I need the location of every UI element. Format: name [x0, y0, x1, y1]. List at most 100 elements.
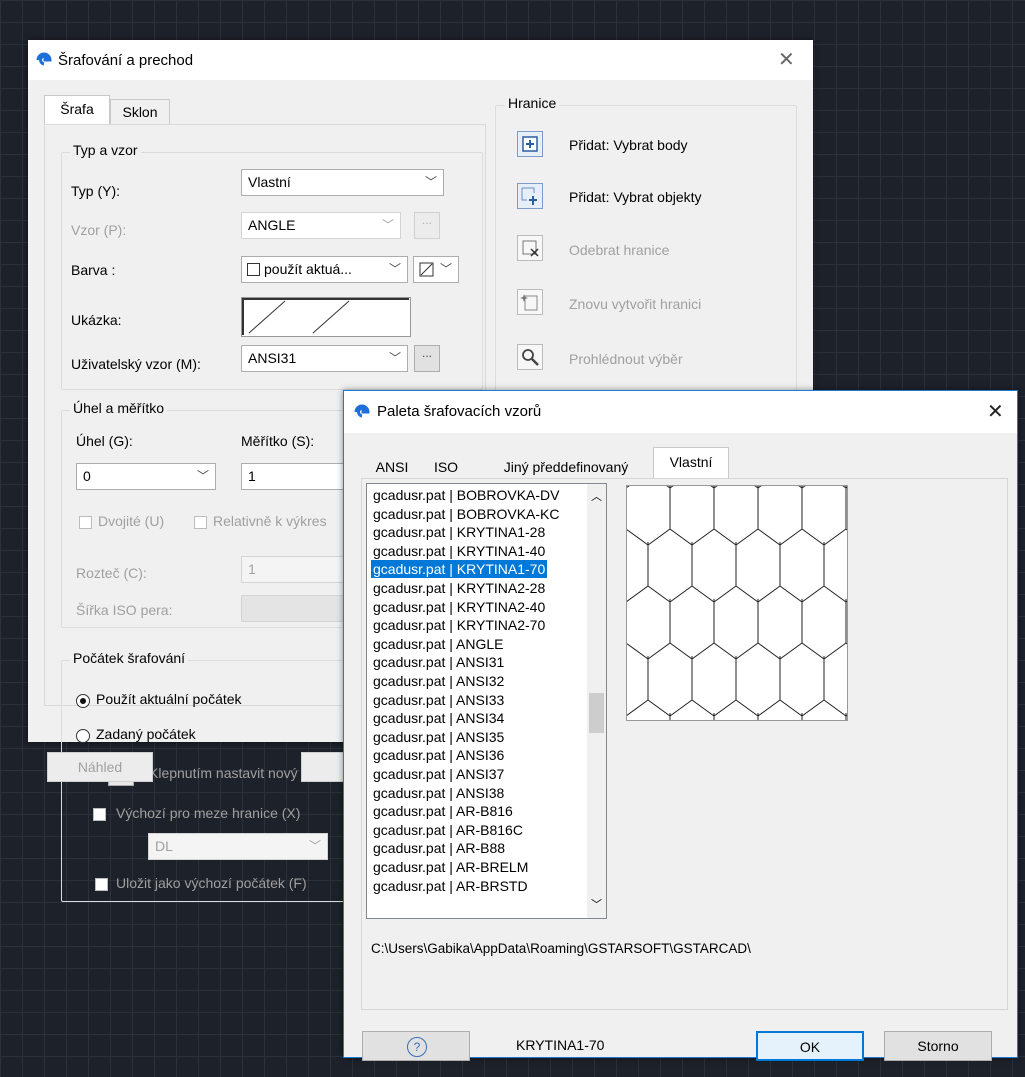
- angle-label: Úhel (G):: [76, 433, 133, 449]
- pattern-label: Vzor (P):: [71, 222, 127, 238]
- list-item[interactable]: gcadusr.pat | ANSI32: [371, 672, 506, 690]
- add-pick-points-button[interactable]: [517, 131, 543, 157]
- list-item[interactable]: gcadusr.pat | BOBROVKA-KC: [371, 505, 562, 523]
- list-item[interactable]: gcadusr.pat | ANSI37: [371, 765, 506, 783]
- list-item[interactable]: gcadusr.pat | ANSI31: [371, 653, 506, 671]
- no-color-icon: [419, 262, 434, 277]
- tab-ansi[interactable]: ANSI: [366, 456, 418, 478]
- angle-value: 0: [83, 468, 91, 484]
- palette-dialog: Paleta šrafovacích vzorů ✕ ANSI ISO Jiný…: [343, 390, 1018, 1061]
- color-dropdown[interactable]: použít aktuá... ﹀: [241, 256, 408, 283]
- remove-boundaries-button[interactable]: [517, 235, 543, 261]
- specified-origin-label: Zadaný počátek: [96, 726, 196, 742]
- double-label: Dvojité (U): [98, 513, 165, 529]
- origin-group-label: Počátek šrafování: [70, 650, 189, 666]
- recreate-boundary-button[interactable]: [517, 289, 543, 315]
- list-item[interactable]: gcadusr.pat | AR-BRSTD: [371, 877, 530, 895]
- view-selections-button[interactable]: [517, 344, 543, 370]
- color-value: použít aktuá...: [264, 261, 352, 277]
- boundaries-group-label: Hranice: [505, 95, 560, 111]
- scroll-up-icon[interactable]: ︿: [591, 488, 602, 504]
- list-item[interactable]: gcadusr.pat | KRYTINA1-70: [371, 560, 548, 579]
- list-item[interactable]: gcadusr.pat | ANSI36: [371, 746, 506, 764]
- add-select-objects-button[interactable]: [517, 183, 543, 209]
- list-item[interactable]: gcadusr.pat | KRYTINA2-28: [371, 579, 547, 597]
- hatch-dialog-close-icon[interactable]: ✕: [778, 47, 795, 72]
- store-origin-label: Uložit jako výchozí počátek (F): [116, 875, 307, 891]
- selected-pattern-name: KRYTINA1-70: [516, 1037, 605, 1053]
- tab-iso[interactable]: ISO: [426, 456, 466, 478]
- hatch-dialog-titlebar[interactable]: Šrafování a prechod ✕: [28, 40, 813, 80]
- palette-dialog-close-icon[interactable]: ✕: [987, 399, 1004, 424]
- pattern-path: C:\Users\Gabika\AppData\Roaming\GSTARSOF…: [371, 941, 751, 956]
- chevron-down-icon: ﹀: [424, 175, 437, 189]
- list-item[interactable]: gcadusr.pat | AR-BRELM: [371, 858, 530, 876]
- custom-pattern-dropdown[interactable]: ANSI31 ﹀: [241, 345, 408, 372]
- relative-label: Relativně k výkres: [213, 513, 327, 529]
- tab-custom[interactable]: Vlastní: [653, 447, 729, 479]
- list-item[interactable]: gcadusr.pat | BOBROVKA-DV: [371, 486, 562, 504]
- chevron-down-icon: ﹀: [388, 351, 401, 365]
- double-checkbox[interactable]: [79, 516, 92, 529]
- add-pick-points-label[interactable]: Přidat: Vybrat body: [569, 137, 688, 153]
- list-item[interactable]: gcadusr.pat | ANGLE: [371, 635, 506, 653]
- angle-dropdown[interactable]: 0 ﹀: [76, 463, 216, 490]
- custom-pattern-label: Uživatelský vzor (M):: [71, 356, 201, 372]
- type-dropdown[interactable]: Vlastní ﹀: [241, 169, 444, 196]
- bgcolor-dropdown[interactable]: ﹀: [413, 256, 459, 283]
- list-item[interactable]: gcadusr.pat | KRYTINA2-70: [371, 616, 547, 634]
- click-origin-label: Klepnutím nastavit nový po: [149, 765, 318, 781]
- use-current-origin-radio[interactable]: [76, 694, 90, 708]
- pattern-list[interactable]: gcadusr.pat | BOBROVKA-DV gcadusr.pat | B…: [366, 483, 607, 919]
- default-extent-label: Výchozí pro meze hranice (X): [116, 805, 301, 821]
- pattern-browse-button[interactable]: ...: [414, 212, 440, 239]
- list-item[interactable]: gcadusr.pat | AR-B88: [371, 839, 507, 857]
- color-swatch-icon: [247, 263, 260, 276]
- scroll-thumb[interactable]: [589, 693, 604, 733]
- specified-origin-radio[interactable]: [76, 729, 90, 743]
- remove-boundaries-label[interactable]: Odebrat hranice: [569, 242, 669, 258]
- remove-boundaries-icon: [522, 240, 539, 257]
- help-button[interactable]: ?: [362, 1031, 470, 1061]
- hatch-swatch-preview[interactable]: [241, 297, 411, 337]
- type-pattern-group-label: Typ a vzor: [70, 142, 141, 158]
- list-item[interactable]: gcadusr.pat | KRYTINA1-28: [371, 523, 547, 541]
- recreate-boundary-icon: [520, 294, 538, 311]
- hatch-dialog-title: Šrafování a prechod: [58, 52, 194, 69]
- list-item[interactable]: gcadusr.pat | KRYTINA2-40: [371, 598, 547, 616]
- cancel-button[interactable]: Storno: [884, 1031, 992, 1061]
- custom-pattern-browse-button[interactable]: ...: [414, 345, 440, 372]
- add-select-objects-label[interactable]: Přidat: Vybrat objekty: [569, 189, 702, 205]
- list-item[interactable]: gcadusr.pat | KRYTINA1-40: [371, 542, 547, 560]
- list-item[interactable]: gcadusr.pat | AR-B816C: [371, 821, 525, 839]
- list-item[interactable]: gcadusr.pat | ANSI35: [371, 728, 506, 746]
- list-item[interactable]: gcadusr.pat | AR-B816: [371, 802, 515, 820]
- spacing-label: Rozteč (C):: [76, 565, 147, 581]
- scale-label: Měřítko (S):: [241, 433, 315, 449]
- chevron-down-icon: ﹀: [439, 262, 452, 276]
- palette-dialog-titlebar[interactable]: Paleta šrafovacích vzorů ✕: [344, 391, 1017, 433]
- palette-dialog-title: Paleta šrafovacích vzorů: [377, 403, 542, 420]
- view-selections-label[interactable]: Prohlédnout výběr: [569, 351, 683, 367]
- pattern-preview: [626, 485, 848, 721]
- ok-button[interactable]: OK: [756, 1031, 864, 1061]
- relative-checkbox[interactable]: [194, 516, 207, 529]
- tab-sklon[interactable]: Sklon: [110, 99, 170, 125]
- default-extent-checkbox[interactable]: [93, 808, 106, 821]
- list-item[interactable]: gcadusr.pat | ANSI33: [371, 691, 506, 709]
- scroll-down-icon[interactable]: ﹀: [591, 896, 602, 912]
- recreate-boundary-label[interactable]: Znovu vytvořit hranici: [569, 296, 701, 312]
- list-item[interactable]: gcadusr.pat | ANSI34: [371, 709, 506, 727]
- store-origin-checkbox[interactable]: [95, 878, 108, 891]
- extent-dropdown[interactable]: DL ﹀: [148, 833, 328, 860]
- pattern-dropdown[interactable]: ANGLE ﹀: [241, 212, 401, 239]
- preview-button[interactable]: Náhled: [47, 752, 153, 782]
- list-item[interactable]: gcadusr.pat | ANSI38: [371, 784, 506, 802]
- pattern-value: ANGLE: [248, 217, 296, 233]
- type-value: Vlastní: [248, 174, 291, 190]
- tab-other-predefined[interactable]: Jiný předdefinovaný: [491, 456, 641, 478]
- list-scrollbar[interactable]: ︿ ﹀: [587, 484, 606, 918]
- tab-srafa[interactable]: Šrafa: [44, 95, 110, 125]
- add-pick-points-icon: [522, 136, 538, 152]
- gstarcad-logo-icon: [36, 52, 52, 66]
